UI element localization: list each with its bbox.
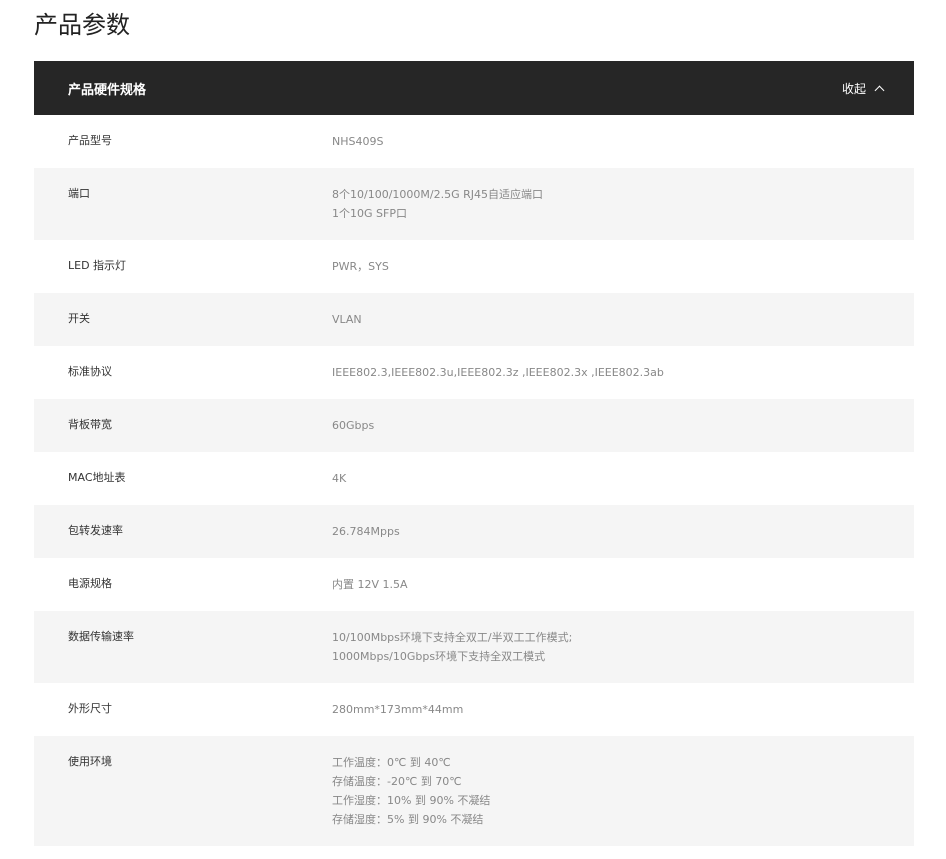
spec-row: 外形尺寸 280mm*173mm*44mm — [34, 683, 914, 736]
spec-row: 使用环境 工作温度：0℃ 到 40℃ 存储温度：-20℃ 到 70℃ 工作湿度：… — [34, 736, 914, 846]
page-title: 产品参数 — [34, 11, 130, 39]
spec-value-line: 8个10/100/1000M/2.5G RJ45自适应端口 — [332, 188, 543, 201]
spec-value-line: 10/100Mbps环境下支持全双工/半双工工作模式; — [332, 631, 573, 644]
spec-row: 标准协议 IEEE802.3,IEEE802.3u,IEEE802.3z ,IE… — [34, 346, 914, 399]
hardware-spec-panel: 产品硬件规格 收起 产品型号 NHS409S 端口 8个10/100/1000M… — [34, 61, 914, 846]
spec-value: NHS409S — [332, 132, 383, 151]
panel-title: 产品硬件规格 — [68, 82, 147, 98]
spec-key: 数据传输速率 — [68, 630, 134, 643]
spec-key: 包转发速率 — [68, 524, 123, 537]
spec-row: LED 指示灯 PWR，SYS — [34, 240, 914, 293]
spec-row: 端口 8个10/100/1000M/2.5G RJ45自适应端口 1个10G S… — [34, 168, 914, 240]
spec-row: 开关 VLAN — [34, 293, 914, 346]
spec-value-line: 存储温度：-20℃ 到 70℃ — [332, 775, 462, 788]
spec-value-line: 1个10G SFP口 — [332, 207, 407, 220]
spec-row: 包转发速率 26.784Mpps — [34, 505, 914, 558]
chevron-up-icon — [874, 85, 885, 95]
spec-value: 工作温度：0℃ 到 40℃ 存储温度：-20℃ 到 70℃ 工作湿度：10% 到… — [332, 753, 490, 829]
spec-value: 8个10/100/1000M/2.5G RJ45自适应端口 1个10G SFP口 — [332, 185, 543, 223]
spec-value-line: IEEE802.3,IEEE802.3u,IEEE802.3z ,IEEE802… — [332, 366, 664, 379]
spec-key: 产品型号 — [68, 134, 112, 147]
collapse-label: 收起 — [841, 81, 866, 96]
spec-value: 10/100Mbps环境下支持全双工/半双工工作模式; 1000Mbps/10G… — [332, 628, 572, 666]
spec-key: 开关 — [68, 312, 90, 325]
collapse-button[interactable]: 收起 — [841, 80, 885, 97]
spec-value: 内置 12V 1.5A — [332, 575, 408, 594]
spec-row: 产品型号 NHS409S — [34, 115, 914, 168]
spec-key: 端口 — [68, 187, 90, 200]
spec-value-line: 26.784Mpps — [332, 525, 400, 538]
spec-value: PWR，SYS — [332, 257, 389, 276]
spec-value-line: 60Gbps — [332, 419, 375, 432]
spec-key: 使用环境 — [68, 755, 112, 768]
spec-value: 280mm*173mm*44mm — [332, 700, 463, 719]
spec-key: 电源规格 — [68, 577, 112, 590]
spec-key: MAC地址表 — [68, 471, 126, 484]
spec-value-line: 4K — [332, 472, 347, 485]
spec-value-line: NHS409S — [332, 135, 384, 148]
spec-key: 外形尺寸 — [68, 702, 112, 715]
spec-value: 26.784Mpps — [332, 522, 400, 541]
spec-row: MAC地址表 4K — [34, 452, 914, 505]
spec-value: IEEE802.3,IEEE802.3u,IEEE802.3z ,IEEE802… — [332, 363, 664, 382]
spec-key: LED 指示灯 — [68, 259, 127, 272]
spec-value-line: 工作湿度：10% 到 90% 不凝结 — [332, 794, 491, 807]
spec-value: VLAN — [332, 310, 362, 329]
spec-value-line: VLAN — [332, 313, 362, 326]
spec-value-line: 存储湿度：5% 到 90% 不凝结 — [332, 813, 484, 826]
spec-key: 标准协议 — [68, 365, 112, 378]
spec-value: 4K — [332, 469, 346, 488]
spec-value: 60Gbps — [332, 416, 374, 435]
spec-value-line: 280mm*173mm*44mm — [332, 703, 464, 716]
spec-value-line: 内置 12V 1.5A — [332, 578, 408, 591]
panel-header: 产品硬件规格 收起 — [34, 61, 914, 115]
spec-row: 电源规格 内置 12V 1.5A — [34, 558, 914, 611]
spec-row: 数据传输速率 10/100Mbps环境下支持全双工/半双工工作模式; 1000M… — [34, 611, 914, 683]
spec-value-line: PWR，SYS — [332, 260, 389, 273]
spec-key: 背板带宽 — [68, 418, 112, 431]
spec-row: 背板带宽 60Gbps — [34, 399, 914, 452]
spec-value-line: 1000Mbps/10Gbps环境下支持全双工模式 — [332, 650, 546, 663]
spec-value-line: 工作温度：0℃ 到 40℃ — [332, 756, 451, 769]
